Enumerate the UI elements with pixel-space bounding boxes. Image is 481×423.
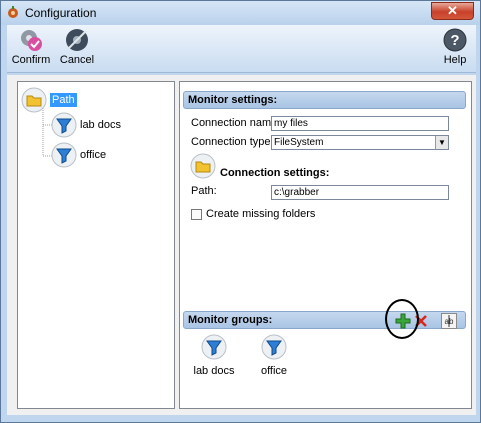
tree-node-lab-docs[interactable]: lab docs <box>51 112 121 138</box>
group-item-lab-docs-label: lab docs <box>193 365 235 377</box>
client-area: Path lab docs office Monitor settings: C <box>7 75 476 415</box>
settings-panel: Monitor settings: Connection name: my fi… <box>179 81 472 409</box>
help-icon: ? <box>443 28 467 52</box>
folder-icon <box>21 87 47 113</box>
connection-type-label: Connection type: <box>191 136 274 148</box>
tree-node-lab-docs-label: lab docs <box>80 119 121 131</box>
monitor-settings-header: Monitor settings: <box>183 91 466 109</box>
monitor-groups-header-label: Monitor groups: <box>188 314 273 326</box>
svg-text:?: ? <box>450 32 459 49</box>
filter-icon <box>261 334 287 360</box>
close-button[interactable]: ✕ <box>431 2 474 20</box>
connection-name-label: Connection name: <box>191 117 281 129</box>
path-tree[interactable]: Path lab docs office <box>17 81 175 409</box>
filter-icon <box>51 142 77 168</box>
folder-icon <box>190 153 216 179</box>
connection-type-value: FileSystem <box>274 137 324 148</box>
checkmark-gear-icon <box>21 30 42 51</box>
highlight-circle <box>385 299 419 339</box>
tree-node-path-label: Path <box>50 93 77 107</box>
connection-name-input[interactable]: my files <box>271 116 449 131</box>
connection-type-select[interactable]: FileSystem ▼ <box>271 135 449 150</box>
confirm-button[interactable]: Confirm <box>11 27 51 71</box>
filter-icon <box>201 334 227 360</box>
connection-settings-header: Connection settings: <box>220 167 330 179</box>
help-button[interactable]: ? Help <box>435 27 475 71</box>
path-label: Path: <box>191 185 217 197</box>
create-missing-folders-label: Create missing folders <box>206 208 316 220</box>
window-title: Configuration <box>25 6 97 20</box>
cancel-gear-icon <box>66 29 88 51</box>
title-bar[interactable]: Configuration ✕ <box>1 1 480 25</box>
gear-icon <box>8 6 18 18</box>
group-item-lab-docs[interactable]: lab docs <box>184 334 244 377</box>
configuration-window: Configuration ✕ Confirm Cancel ? Help Pa… <box>0 0 481 423</box>
group-item-office[interactable]: office <box>244 334 304 377</box>
tree-node-path[interactable]: Path <box>21 87 77 113</box>
tree-node-office-label: office <box>80 149 107 161</box>
help-label: Help <box>443 54 467 66</box>
confirm-label: Confirm <box>11 54 51 66</box>
rename-icon[interactable]: ab <box>441 313 457 329</box>
cancel-label: Cancel <box>59 54 95 66</box>
path-input[interactable]: c:\grabber <box>271 185 449 200</box>
create-missing-folders-checkbox[interactable] <box>191 209 202 220</box>
tree-node-office[interactable]: office <box>51 142 106 168</box>
group-item-office-label: office <box>260 365 288 377</box>
filter-icon <box>51 112 77 138</box>
toolbar: Confirm Cancel ? Help <box>7 25 476 73</box>
cancel-button[interactable]: Cancel <box>57 27 97 71</box>
chevron-down-icon[interactable]: ▼ <box>435 136 448 149</box>
